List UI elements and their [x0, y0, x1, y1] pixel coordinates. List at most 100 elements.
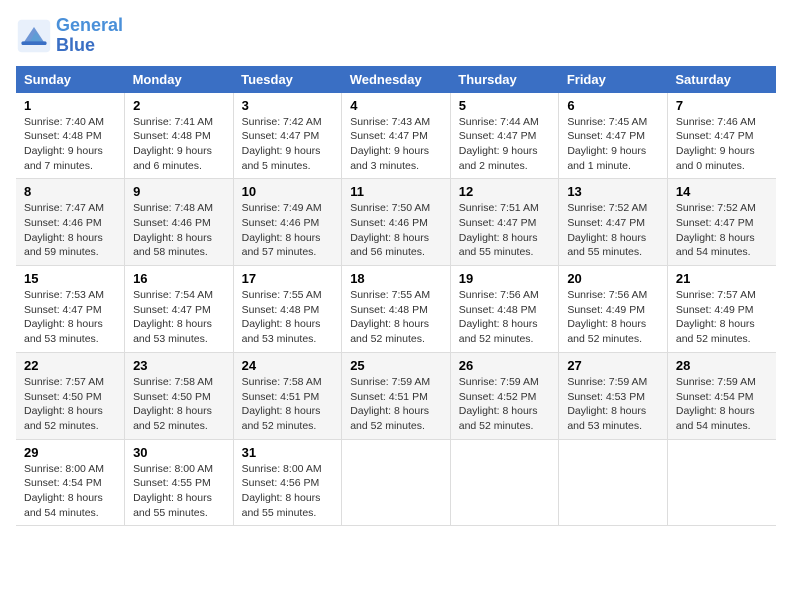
day-number: 3 [242, 98, 334, 113]
day-cell: 8 Sunrise: 7:47 AMSunset: 4:46 PMDayligh… [16, 179, 125, 266]
logo: General Blue [16, 16, 123, 56]
day-cell: 5 Sunrise: 7:44 AMSunset: 4:47 PMDayligh… [450, 93, 559, 179]
logo-text: General Blue [56, 16, 123, 56]
day-number: 9 [133, 184, 225, 199]
day-number: 11 [350, 184, 442, 199]
day-number: 4 [350, 98, 442, 113]
day-number: 15 [24, 271, 116, 286]
week-row-3: 15 Sunrise: 7:53 AMSunset: 4:47 PMDaylig… [16, 266, 776, 353]
day-detail: Sunrise: 7:52 AMSunset: 4:47 PMDaylight:… [567, 201, 659, 260]
day-number: 12 [459, 184, 551, 199]
day-number: 21 [676, 271, 768, 286]
day-number: 24 [242, 358, 334, 373]
week-row-2: 8 Sunrise: 7:47 AMSunset: 4:46 PMDayligh… [16, 179, 776, 266]
day-detail: Sunrise: 7:54 AMSunset: 4:47 PMDaylight:… [133, 288, 225, 347]
day-cell: 24 Sunrise: 7:58 AMSunset: 4:51 PMDaylig… [233, 352, 342, 439]
day-number: 27 [567, 358, 659, 373]
day-number: 20 [567, 271, 659, 286]
day-detail: Sunrise: 8:00 AMSunset: 4:54 PMDaylight:… [24, 462, 116, 521]
day-cell: 2 Sunrise: 7:41 AMSunset: 4:48 PMDayligh… [125, 93, 234, 179]
day-cell: 18 Sunrise: 7:55 AMSunset: 4:48 PMDaylig… [342, 266, 451, 353]
day-number: 25 [350, 358, 442, 373]
day-cell: 21 Sunrise: 7:57 AMSunset: 4:49 PMDaylig… [667, 266, 776, 353]
day-number: 1 [24, 98, 116, 113]
day-cell: 14 Sunrise: 7:52 AMSunset: 4:47 PMDaylig… [667, 179, 776, 266]
col-header-saturday: Saturday [667, 66, 776, 93]
day-number: 6 [567, 98, 659, 113]
week-row-4: 22 Sunrise: 7:57 AMSunset: 4:50 PMDaylig… [16, 352, 776, 439]
day-detail: Sunrise: 7:57 AMSunset: 4:50 PMDaylight:… [24, 375, 116, 434]
day-cell [667, 439, 776, 526]
day-cell: 17 Sunrise: 7:55 AMSunset: 4:48 PMDaylig… [233, 266, 342, 353]
day-cell: 15 Sunrise: 7:53 AMSunset: 4:47 PMDaylig… [16, 266, 125, 353]
day-detail: Sunrise: 7:49 AMSunset: 4:46 PMDaylight:… [242, 201, 334, 260]
day-detail: Sunrise: 7:59 AMSunset: 4:54 PMDaylight:… [676, 375, 768, 434]
day-cell: 10 Sunrise: 7:49 AMSunset: 4:46 PMDaylig… [233, 179, 342, 266]
day-detail: Sunrise: 8:00 AMSunset: 4:56 PMDaylight:… [242, 462, 334, 521]
day-number: 23 [133, 358, 225, 373]
col-header-monday: Monday [125, 66, 234, 93]
day-detail: Sunrise: 8:00 AMSunset: 4:55 PMDaylight:… [133, 462, 225, 521]
day-detail: Sunrise: 7:44 AMSunset: 4:47 PMDaylight:… [459, 115, 551, 174]
calendar-table: SundayMondayTuesdayWednesdayThursdayFrid… [16, 66, 776, 527]
day-detail: Sunrise: 7:47 AMSunset: 4:46 PMDaylight:… [24, 201, 116, 260]
week-row-1: 1 Sunrise: 7:40 AMSunset: 4:48 PMDayligh… [16, 93, 776, 179]
day-detail: Sunrise: 7:41 AMSunset: 4:48 PMDaylight:… [133, 115, 225, 174]
day-number: 5 [459, 98, 551, 113]
day-detail: Sunrise: 7:40 AMSunset: 4:48 PMDaylight:… [24, 115, 116, 174]
day-cell [450, 439, 559, 526]
day-detail: Sunrise: 7:52 AMSunset: 4:47 PMDaylight:… [676, 201, 768, 260]
day-cell: 20 Sunrise: 7:56 AMSunset: 4:49 PMDaylig… [559, 266, 668, 353]
day-cell: 1 Sunrise: 7:40 AMSunset: 4:48 PMDayligh… [16, 93, 125, 179]
col-header-friday: Friday [559, 66, 668, 93]
day-number: 29 [24, 445, 116, 460]
day-detail: Sunrise: 7:58 AMSunset: 4:51 PMDaylight:… [242, 375, 334, 434]
day-cell: 29 Sunrise: 8:00 AMSunset: 4:54 PMDaylig… [16, 439, 125, 526]
day-cell: 9 Sunrise: 7:48 AMSunset: 4:46 PMDayligh… [125, 179, 234, 266]
day-number: 14 [676, 184, 768, 199]
day-number: 22 [24, 358, 116, 373]
col-header-wednesday: Wednesday [342, 66, 451, 93]
day-detail: Sunrise: 7:43 AMSunset: 4:47 PMDaylight:… [350, 115, 442, 174]
day-cell: 23 Sunrise: 7:58 AMSunset: 4:50 PMDaylig… [125, 352, 234, 439]
day-cell: 16 Sunrise: 7:54 AMSunset: 4:47 PMDaylig… [125, 266, 234, 353]
day-cell: 6 Sunrise: 7:45 AMSunset: 4:47 PMDayligh… [559, 93, 668, 179]
day-cell [559, 439, 668, 526]
day-number: 30 [133, 445, 225, 460]
col-header-tuesday: Tuesday [233, 66, 342, 93]
day-number: 8 [24, 184, 116, 199]
day-number: 28 [676, 358, 768, 373]
col-header-thursday: Thursday [450, 66, 559, 93]
day-cell: 26 Sunrise: 7:59 AMSunset: 4:52 PMDaylig… [450, 352, 559, 439]
day-detail: Sunrise: 7:55 AMSunset: 4:48 PMDaylight:… [350, 288, 442, 347]
week-row-5: 29 Sunrise: 8:00 AMSunset: 4:54 PMDaylig… [16, 439, 776, 526]
day-cell: 25 Sunrise: 7:59 AMSunset: 4:51 PMDaylig… [342, 352, 451, 439]
col-header-sunday: Sunday [16, 66, 125, 93]
day-cell: 3 Sunrise: 7:42 AMSunset: 4:47 PMDayligh… [233, 93, 342, 179]
day-detail: Sunrise: 7:53 AMSunset: 4:47 PMDaylight:… [24, 288, 116, 347]
day-number: 10 [242, 184, 334, 199]
page-header: General Blue [16, 16, 776, 56]
day-cell: 30 Sunrise: 8:00 AMSunset: 4:55 PMDaylig… [125, 439, 234, 526]
day-number: 2 [133, 98, 225, 113]
day-detail: Sunrise: 7:46 AMSunset: 4:47 PMDaylight:… [676, 115, 768, 174]
day-number: 18 [350, 271, 442, 286]
day-detail: Sunrise: 7:59 AMSunset: 4:52 PMDaylight:… [459, 375, 551, 434]
day-number: 7 [676, 98, 768, 113]
day-detail: Sunrise: 7:50 AMSunset: 4:46 PMDaylight:… [350, 201, 442, 260]
day-detail: Sunrise: 7:57 AMSunset: 4:49 PMDaylight:… [676, 288, 768, 347]
day-number: 17 [242, 271, 334, 286]
day-detail: Sunrise: 7:56 AMSunset: 4:49 PMDaylight:… [567, 288, 659, 347]
day-detail: Sunrise: 7:56 AMSunset: 4:48 PMDaylight:… [459, 288, 551, 347]
day-number: 26 [459, 358, 551, 373]
day-cell: 4 Sunrise: 7:43 AMSunset: 4:47 PMDayligh… [342, 93, 451, 179]
day-number: 13 [567, 184, 659, 199]
day-cell: 11 Sunrise: 7:50 AMSunset: 4:46 PMDaylig… [342, 179, 451, 266]
header-row: SundayMondayTuesdayWednesdayThursdayFrid… [16, 66, 776, 93]
day-cell: 19 Sunrise: 7:56 AMSunset: 4:48 PMDaylig… [450, 266, 559, 353]
day-number: 31 [242, 445, 334, 460]
day-cell [342, 439, 451, 526]
day-detail: Sunrise: 7:51 AMSunset: 4:47 PMDaylight:… [459, 201, 551, 260]
day-detail: Sunrise: 7:59 AMSunset: 4:51 PMDaylight:… [350, 375, 442, 434]
day-detail: Sunrise: 7:58 AMSunset: 4:50 PMDaylight:… [133, 375, 225, 434]
